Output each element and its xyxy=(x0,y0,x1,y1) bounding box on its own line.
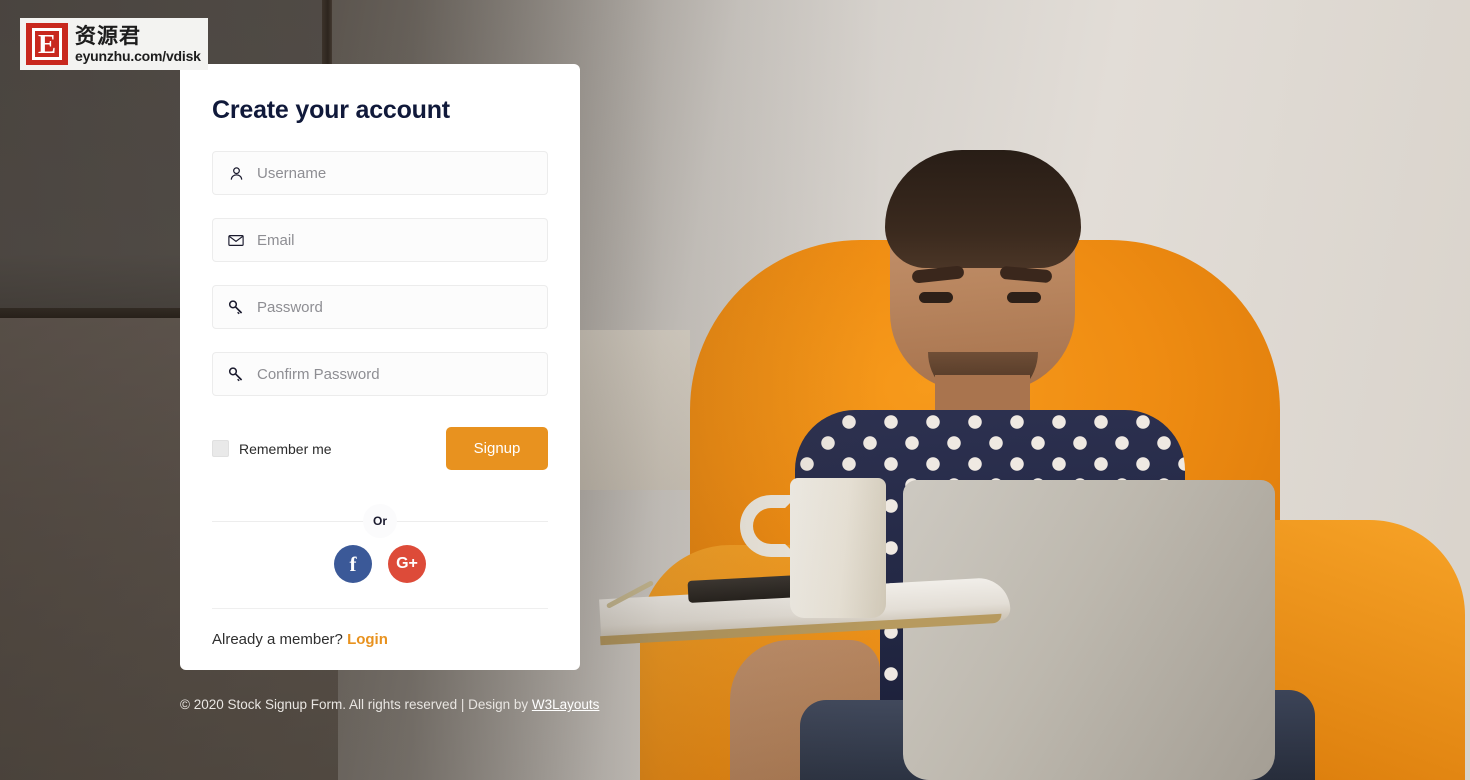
watermark-text: 资源君 eyunzhu.com/vdisk xyxy=(75,23,201,64)
page-title: Create your account xyxy=(212,96,450,124)
or-divider: Or xyxy=(212,504,548,538)
signup-card: Create your account Username Email Remem… xyxy=(180,64,580,670)
password-field-wrapper[interactable] xyxy=(212,285,548,329)
member-prompt-text: Already a member? xyxy=(212,631,348,648)
password-input[interactable] xyxy=(247,286,547,328)
footer: © 2020 Stock Signup Form. All rights res… xyxy=(180,697,599,712)
watermark-chinese-text: 资源君 xyxy=(75,23,141,48)
watermark-logo: E 资源君 eyunzhu.com/vdisk xyxy=(20,18,208,70)
login-link[interactable]: Login xyxy=(347,631,388,648)
key-icon xyxy=(225,299,247,315)
watermark-badge: E xyxy=(26,23,68,65)
watermark-url: eyunzhu.com/vdisk xyxy=(75,47,201,64)
photo-person-eye-right xyxy=(1007,292,1041,303)
remember-me-checkbox[interactable] xyxy=(212,440,229,457)
photo-person-eye-left xyxy=(919,292,953,303)
email-field-wrapper[interactable] xyxy=(212,218,548,262)
member-prompt-line: Already a member? Login xyxy=(212,631,548,648)
remember-me-toggle[interactable]: Remember me xyxy=(212,440,332,457)
signup-button[interactable]: Signup xyxy=(446,427,548,470)
or-divider-label: Or xyxy=(363,504,397,538)
social-login-group: f G+ xyxy=(212,545,548,583)
watermark-badge-letter: E xyxy=(32,28,62,60)
google-plus-icon: G+ xyxy=(396,555,418,572)
confirm-password-field-wrapper[interactable] xyxy=(212,352,548,396)
user-icon xyxy=(225,166,247,181)
facebook-login-button[interactable]: f xyxy=(334,545,372,583)
envelope-icon xyxy=(225,233,247,248)
photo-coffee-cup xyxy=(790,478,886,618)
username-field-wrapper[interactable] xyxy=(212,151,548,195)
key-icon xyxy=(225,366,247,382)
confirm-password-input[interactable] xyxy=(247,353,547,395)
photo-person-hair xyxy=(885,150,1081,268)
remember-me-label: Remember me xyxy=(239,440,332,457)
email-input[interactable] xyxy=(247,219,547,261)
username-input[interactable] xyxy=(247,152,547,194)
google-plus-login-button[interactable]: G+ xyxy=(388,545,426,583)
signup-page: E 资源君 eyunzhu.com/vdisk Create your acco… xyxy=(0,0,1470,780)
form-actions-row: Remember me Signup xyxy=(212,427,548,470)
facebook-icon: f xyxy=(349,551,357,576)
w3layouts-link[interactable]: W3Layouts xyxy=(532,697,600,712)
photo-laptop xyxy=(903,480,1275,780)
footer-text: © 2020 Stock Signup Form. All rights res… xyxy=(180,697,532,712)
card-bottom-divider xyxy=(212,608,548,609)
